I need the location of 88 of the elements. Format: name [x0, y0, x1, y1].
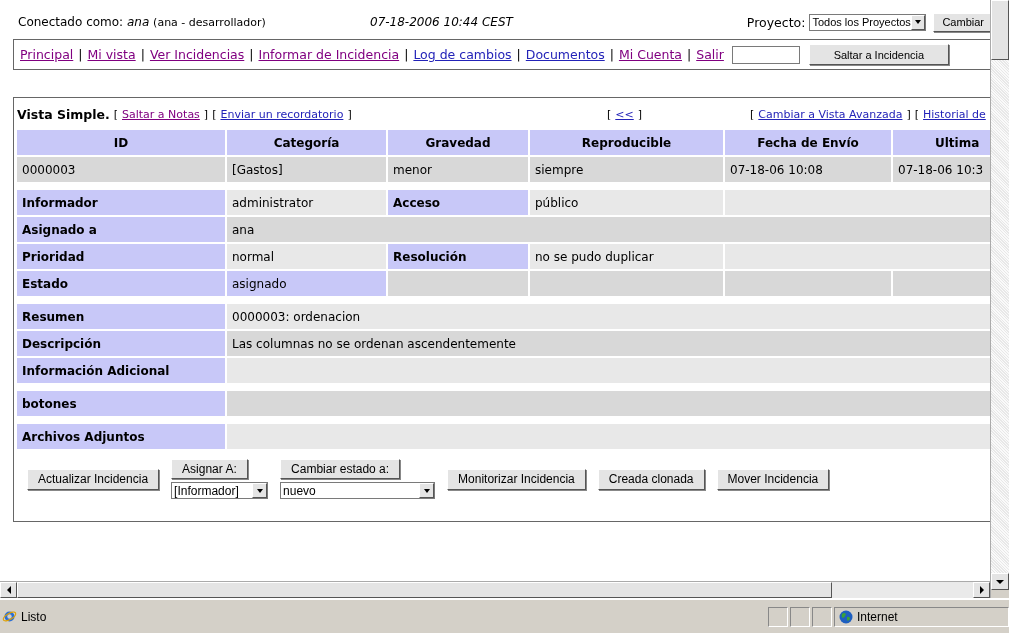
- field-label: Prioridad: [17, 244, 225, 269]
- status-text: Listo: [21, 609, 47, 624]
- bracket-text: [: [750, 107, 755, 121]
- action-button[interactable]: Creada clonada: [597, 468, 705, 490]
- link[interactable]: Saltar a Notas: [122, 107, 200, 121]
- field-label: Archivos Adjuntos: [17, 424, 225, 449]
- column-header: Fecha de Envío: [725, 130, 891, 155]
- field-label: Resolución: [388, 244, 528, 269]
- link-separator: |: [140, 47, 145, 62]
- link[interactable]: Log de cambios: [413, 47, 512, 62]
- bracket-text: ]: [347, 107, 352, 121]
- action-button[interactable]: Actualizar Incidencia: [27, 468, 160, 490]
- field-value: 0000003: ordenacion: [227, 304, 990, 329]
- link-separator: |: [687, 47, 692, 62]
- project-select[interactable]: Todos los Proyectos: [809, 13, 927, 31]
- field-label: Estado: [17, 271, 225, 296]
- field-value: no se pudo duplicar: [530, 244, 723, 269]
- field-value: ana: [227, 217, 990, 242]
- change-button[interactable]: Cambiar: [933, 12, 990, 32]
- view-title: Vista Simple.: [17, 106, 110, 122]
- column-header: Categoría: [227, 130, 386, 155]
- bracket-text: [: [914, 107, 920, 121]
- link-separator: |: [516, 47, 521, 62]
- field-label: Acceso: [388, 190, 528, 215]
- link-separator: |: [404, 47, 409, 62]
- jump-button[interactable]: Saltar a Incidencia: [808, 44, 949, 65]
- link-separator: |: [78, 47, 83, 62]
- bracket-text: ]: [203, 107, 209, 121]
- scroll-down-icon[interactable]: [991, 573, 1009, 590]
- status-pane: [790, 606, 810, 627]
- table-cell: 0000003: [17, 157, 225, 182]
- link-separator: |: [249, 47, 254, 62]
- user-role: (ana - desarrollador): [153, 16, 266, 29]
- issue-number-field[interactable]: [731, 45, 800, 64]
- bracket-text: ]: [906, 107, 911, 121]
- status-pane: [812, 606, 832, 627]
- scroll-right-icon[interactable]: [973, 582, 990, 598]
- dropdown-select[interactable]: [Informador]: [171, 482, 269, 499]
- link-separator: |: [609, 47, 614, 62]
- field-value: asignado: [227, 271, 386, 296]
- link[interactable]: Salir: [696, 47, 724, 62]
- field-label: Resumen: [17, 304, 225, 329]
- field-label: Informador: [17, 190, 225, 215]
- status-pane: [768, 606, 788, 627]
- link[interactable]: Principal: [20, 47, 74, 62]
- column-header: Reproducible: [530, 130, 723, 155]
- scroll-left-icon[interactable]: [0, 582, 17, 598]
- table-cell: [Gastos]: [227, 157, 386, 182]
- column-header: Ultima: [893, 130, 990, 155]
- field-label: Información Adicional: [17, 358, 225, 383]
- field-value: administrator: [227, 190, 386, 215]
- link[interactable]: Enviar un recordatorio: [220, 107, 344, 121]
- column-header: Gravedad: [388, 130, 528, 155]
- bracket-text: [: [113, 107, 118, 121]
- bracket-text: [: [607, 107, 612, 121]
- bracket-text: [: [212, 107, 217, 121]
- field-value: público: [530, 190, 723, 215]
- table-cell: 07-18-06 10:3: [893, 157, 990, 182]
- user-info: Conectado como: ana: [18, 15, 150, 29]
- column-header: ID: [17, 130, 225, 155]
- link[interactable]: Ver Incidencias: [149, 47, 245, 62]
- action-button[interactable]: Mover Incidencia: [716, 468, 830, 490]
- link[interactable]: Mi Cuenta: [618, 47, 682, 62]
- scrollbar-thumb[interactable]: [17, 582, 832, 598]
- table-cell: siempre: [530, 157, 723, 182]
- globe-icon: [839, 609, 853, 624]
- field-value: Las columnas no se ordenan ascendentemente: [227, 331, 990, 356]
- action-button[interactable]: Monitorizar Incidencia: [447, 468, 586, 490]
- date-time: 07-18-2006 10:44 CEST: [370, 15, 515, 29]
- table-cell: 07-18-06 10:08: [725, 157, 891, 182]
- security-zone: Internet: [857, 609, 898, 624]
- field-value: normal: [227, 244, 386, 269]
- table-cell: menor: [388, 157, 528, 182]
- link[interactable]: Cambiar a Vista Avanzada: [758, 107, 903, 121]
- dropdown-select[interactable]: nuevo: [280, 482, 436, 499]
- scrollbar-thumb[interactable]: [991, 0, 1009, 60]
- link[interactable]: Documentos: [525, 47, 605, 62]
- field-label: Asignado a: [17, 217, 225, 242]
- link[interactable]: <<: [615, 107, 634, 121]
- action-button[interactable]: Cambiar estado a:: [280, 459, 401, 479]
- link[interactable]: Mi vista: [87, 47, 136, 62]
- field-label: Descripción: [17, 331, 225, 356]
- link[interactable]: Informar de Incidencia: [258, 47, 400, 62]
- project-label: Proyecto:: [746, 14, 806, 30]
- bracket-text: ]: [637, 107, 643, 121]
- action-button[interactable]: Asignar A:: [171, 459, 248, 479]
- field-label: botones: [17, 391, 225, 416]
- link[interactable]: Historial de: [923, 107, 986, 121]
